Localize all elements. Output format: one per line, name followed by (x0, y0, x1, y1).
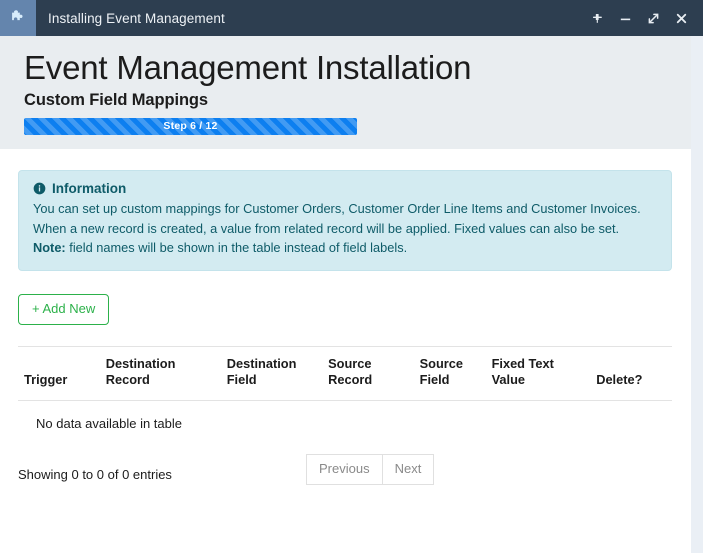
column-header-trigger[interactable]: Trigger (18, 345, 100, 401)
alert-note-text: field names will be shown in the table i… (65, 240, 408, 256)
column-header-destination-field[interactable]: Destination Field (220, 345, 323, 401)
pagination-next-button[interactable]: Next (382, 453, 435, 486)
alert-note-label: Note: (33, 240, 66, 256)
alert-line-1: You can set up custom mappings for Custo… (33, 200, 641, 216)
window-controls (583, 0, 695, 36)
table-header-row: Trigger Destination Record Destination F… (18, 345, 672, 401)
alert-line-2: When a new record is created, a value fr… (33, 220, 620, 236)
minimize-icon[interactable] (611, 3, 639, 33)
information-alert: Information You can set up custom mappin… (18, 169, 672, 271)
column-header-destination-record[interactable]: Destination Record (99, 345, 221, 401)
column-header-fixed-text-value[interactable]: Fixed Text Value (485, 345, 591, 401)
column-header-source-record[interactable]: Source Record (322, 345, 414, 401)
add-new-button[interactable]: + Add New (18, 293, 110, 325)
installer-window: Installing Event Management Event Manage… (0, 0, 703, 553)
page-title: Event Management Installation (24, 49, 472, 86)
install-progress-bar: Step 6 / 12 (24, 117, 357, 135)
maximize-icon[interactable] (639, 3, 667, 33)
entries-info: Showing 0 to 0 of 0 entries (18, 467, 172, 483)
table-footer: Showing 0 to 0 of 0 entries Previous Nex… (18, 453, 672, 490)
pagination: Previous Next (306, 453, 435, 486)
info-circle-icon (33, 182, 46, 195)
table-empty-row: No data available in table (18, 400, 672, 443)
puzzle-piece-icon (0, 0, 36, 36)
table-empty-message: No data available in table (36, 415, 182, 431)
column-header-source-field[interactable]: Source Field (413, 345, 486, 401)
alert-title-text: Information (52, 180, 127, 196)
close-icon[interactable] (667, 3, 695, 33)
vertical-scrollbar[interactable] (691, 36, 703, 553)
alert-line-3: Note: field names will be shown in the t… (33, 238, 657, 258)
page-subtitle: Custom Field Mappings (24, 90, 208, 109)
pagination-previous-button[interactable]: Previous (306, 453, 383, 486)
alert-heading: Information (33, 181, 657, 196)
page-header: Event Management Installation Custom Fie… (0, 36, 703, 149)
page-body: Information You can set up custom mappin… (0, 148, 703, 553)
custom-field-mappings-table: Trigger Destination Record Destination F… (18, 345, 672, 444)
window-titlebar: Installing Event Management (0, 0, 703, 36)
column-header-delete[interactable]: Delete? (590, 345, 672, 401)
window-title: Installing Event Management (48, 10, 225, 26)
pin-icon[interactable] (583, 3, 611, 33)
progress-fill: Step 6 / 12 (24, 117, 357, 135)
